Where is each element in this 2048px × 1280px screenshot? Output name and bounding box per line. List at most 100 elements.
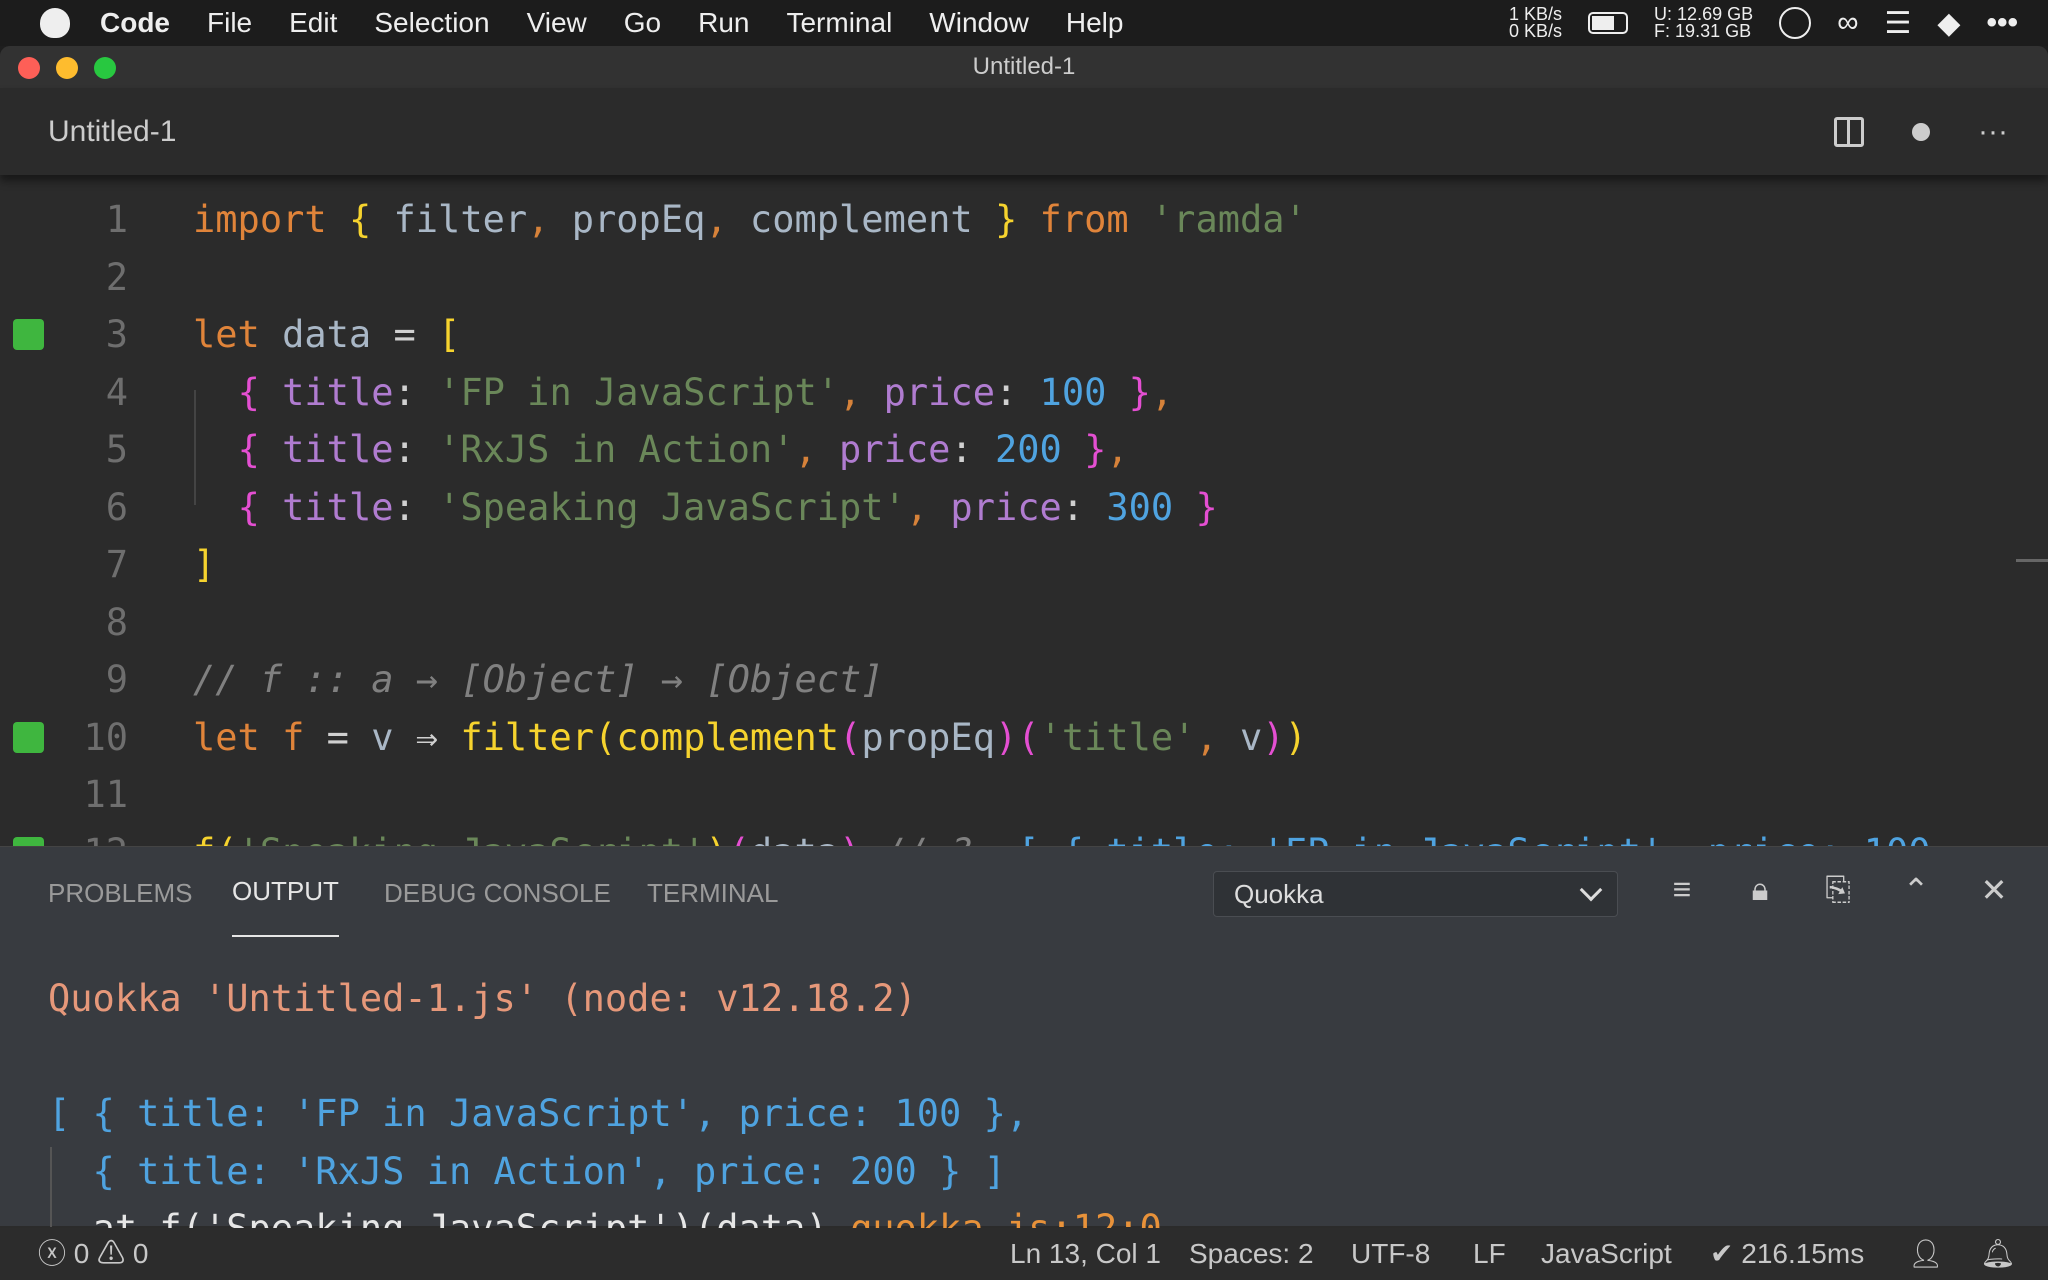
line-number: 4	[105, 370, 128, 414]
token-id: filter	[371, 198, 528, 241]
code-line[interactable]: 1 import { filter, propEq, complement } f…	[0, 191, 2048, 249]
code-line[interactable]: 11	[0, 766, 2048, 824]
clock-icon[interactable]	[1779, 7, 1812, 39]
token-num: 200	[995, 428, 1062, 471]
token-brace: {	[237, 485, 260, 529]
token-prop: price	[950, 485, 1062, 529]
status-tray: 1 KB/s 0 KB/s U: 12.69 GB F: 19.31 GB ∞ ☰ …	[1509, 0, 2018, 46]
tab-debug-console[interactable]: DEBUG CONSOLE	[384, 847, 611, 939]
tab-terminal[interactable]: TERMINAL	[647, 847, 778, 939]
language-mode[interactable]: JavaScript	[1541, 1228, 1672, 1280]
zoom-window-button[interactable]	[94, 57, 116, 79]
token-op: :	[393, 370, 439, 414]
token-op	[193, 428, 238, 471]
eol[interactable]: LF	[1473, 1228, 1506, 1280]
network-stats[interactable]: 1 KB/s 0 KB/s	[1509, 5, 1562, 40]
app-icon[interactable]: ◆	[1937, 6, 1960, 41]
token-brace: {	[237, 428, 260, 471]
token-op: ⇒	[415, 715, 461, 759]
token-id: data	[259, 313, 394, 356]
code-text: import { filter, propEq, complement } fr…	[193, 191, 1307, 249]
code-line[interactable]: 6 { title: 'Speaking JavaScript', price:…	[0, 479, 2048, 537]
more-icon[interactable]: •••	[1986, 6, 2018, 40]
token-brace: {	[237, 370, 260, 414]
minimize-window-button[interactable]	[56, 57, 78, 79]
unsaved-dot-icon[interactable]	[1912, 122, 1931, 141]
control-center-icon[interactable]: ☰	[1885, 6, 1912, 41]
indentation[interactable]: Spaces: 2	[1189, 1228, 1314, 1280]
cursor-position[interactable]: Ln 13, Col 1	[1010, 1228, 1161, 1280]
menu-help[interactable]: Help	[1066, 7, 1124, 39]
line-number: 7	[105, 543, 128, 586]
more-actions-icon[interactable]: ···	[1978, 115, 2008, 149]
quokka-header: Quokka 'Untitled-1.js' (node: v12.18.2)	[48, 977, 917, 1020]
menu-run[interactable]: Run	[698, 7, 749, 39]
token-op: :	[393, 485, 439, 529]
title-bar: Untitled-1	[0, 46, 2048, 88]
encoding[interactable]: UTF-8	[1351, 1228, 1430, 1280]
battery-icon[interactable]	[1588, 12, 1629, 34]
code-text: ]	[193, 536, 215, 594]
creative-cloud-icon[interactable]: ∞	[1837, 6, 1858, 40]
error-count: 0	[73, 1238, 90, 1269]
problems-status[interactable]: ⓧ 0 ⚠ 0	[38, 1228, 149, 1280]
token-prop: title	[259, 485, 394, 529]
code-line[interactable]: 3 let data = [	[0, 306, 2048, 364]
maximize-panel-icon[interactable]: ⌃	[1898, 871, 1934, 909]
disk-stats[interactable]: U: 12.69 GB F: 19.31 GB	[1654, 5, 1753, 41]
menu-view[interactable]: View	[527, 7, 587, 39]
tab-problems[interactable]: PROBLEMS	[48, 847, 193, 939]
code-line[interactable]: 4 { title: 'FP in JavaScript', price: 10…	[0, 364, 2048, 422]
tab-bar: Untitled-1 ···	[0, 88, 2048, 175]
code-line[interactable]: 10 let f = v ⇒ filter(complement(propEq)(…	[0, 709, 2048, 767]
token-num: 100	[1039, 370, 1107, 414]
open-log-icon[interactable]: ⎘	[1820, 871, 1856, 909]
clear-output-icon[interactable]: ≡	[1664, 871, 1700, 909]
menu-app[interactable]: Code	[100, 7, 170, 39]
close-window-button[interactable]	[18, 57, 40, 79]
code-line[interactable]: 8	[0, 594, 2048, 652]
lock-scroll-icon[interactable]: 🔒︎	[1742, 871, 1778, 909]
token-str: 'ramda'	[1150, 198, 1307, 241]
quokka-timing[interactable]: ✔ 216.15ms	[1710, 1228, 1864, 1280]
menu-go[interactable]: Go	[624, 7, 661, 39]
channel-value: Quokka	[1234, 879, 1324, 909]
menu-terminal[interactable]: Terminal	[786, 7, 892, 39]
menu-window[interactable]: Window	[929, 7, 1029, 39]
line-number: 11	[83, 773, 128, 816]
warning-count: 0	[132, 1238, 149, 1269]
token-cm: // f :: a → [Object] → [Object]	[193, 658, 884, 701]
code-line[interactable]: 7]	[0, 536, 2048, 594]
token-brace: }	[1106, 370, 1151, 414]
status-bar: ⓧ 0 ⚠ 0 Ln 13, Col 1 Spaces: 2 UTF-8 LF …	[0, 1228, 2048, 1280]
token-pun: ,	[839, 370, 884, 414]
menu-file[interactable]: File	[207, 7, 252, 39]
tab-output[interactable]: OUTPUT	[232, 847, 339, 937]
token-fn: complement	[616, 715, 840, 759]
feedback-icon[interactable]: 👤︎	[1908, 1228, 1944, 1280]
token-brace: (	[839, 715, 862, 759]
bell-icon[interactable]: 🔔︎	[1980, 1228, 2016, 1280]
code-editor[interactable]: 1 import { filter, propEq, complement } f…	[0, 175, 2048, 892]
line-number: 8	[105, 600, 128, 644]
tab-untitled-1[interactable]: Untitled-1	[48, 88, 176, 175]
token-op: :	[393, 428, 439, 471]
code-line[interactable]: 5 { title: 'RxJS in Action', price: 200 …	[0, 421, 2048, 479]
token-str: 'FP in JavaScript'	[438, 370, 840, 414]
token-id: complement	[727, 198, 995, 241]
chevron-down-icon	[1579, 878, 1603, 902]
menu-selection[interactable]: Selection	[374, 7, 489, 39]
close-panel-icon[interactable]: ✕	[1976, 871, 2012, 909]
menu-edit[interactable]: Edit	[289, 7, 337, 39]
split-editor-icon[interactable]	[1834, 116, 1865, 147]
code-line[interactable]: 9 // f :: a → [Object] → [Object]	[0, 651, 2048, 709]
apple-icon[interactable]	[40, 8, 70, 38]
token-str: 'title'	[1039, 715, 1196, 759]
token-bracket: )	[1284, 715, 1307, 759]
code-text: let f = v ⇒ filter(complement(propEq)('t…	[193, 709, 1307, 767]
disk-free: F: 19.31 GB	[1654, 21, 1752, 41]
code-text: // f :: a → [Object] → [Object]	[193, 651, 884, 709]
token-brace: (	[1017, 715, 1040, 759]
code-line[interactable]: 2	[0, 249, 2048, 307]
output-channel-select[interactable]: Quokka	[1213, 871, 1618, 917]
